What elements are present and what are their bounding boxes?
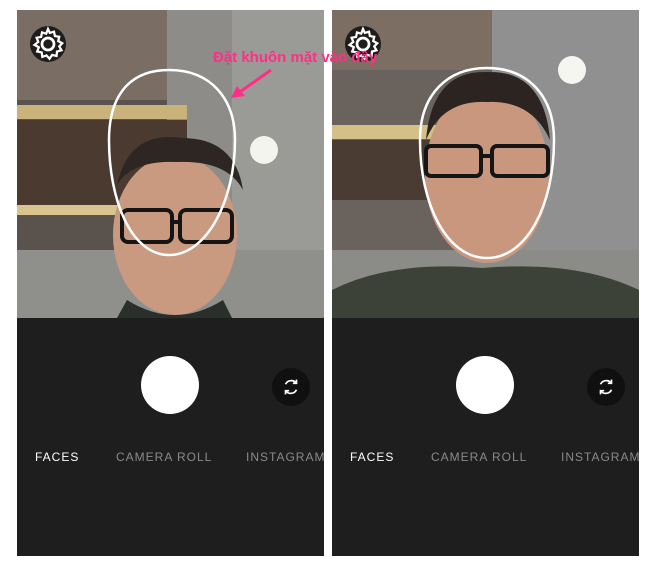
flip-camera-button[interactable] [272,368,310,406]
right-screen: FACES CAMERA ROLL INSTAGRAM [332,10,639,556]
camera-preview [332,10,639,318]
tab-faces[interactable]: FACES [35,450,79,464]
camera-flip-icon [599,379,613,395]
shutter-button[interactable] [141,356,199,414]
mode-tabs: FACES CAMERA ROLL INSTAGRAM [332,450,639,468]
annotation-label: Đặt khuôn mặt vào đây [213,49,378,66]
flip-camera-button[interactable] [587,368,625,406]
annotation-arrow-icon [231,68,272,98]
mode-tabs: FACES CAMERA ROLL INSTAGRAM [17,450,324,468]
settings-button[interactable] [30,26,66,62]
tab-camera-roll[interactable]: CAMERA ROLL [431,450,527,464]
tab-camera-roll[interactable]: CAMERA ROLL [116,450,212,464]
gear-icon [32,26,65,61]
shutter-button[interactable] [456,356,514,414]
tab-faces[interactable]: FACES [350,450,394,464]
left-screen: FACES CAMERA ROLL INSTAGRAM [17,10,324,556]
tab-instagram[interactable]: INSTAGRAM [561,450,639,464]
tab-instagram[interactable]: INSTAGRAM [246,450,324,464]
camera-flip-icon [284,379,298,395]
